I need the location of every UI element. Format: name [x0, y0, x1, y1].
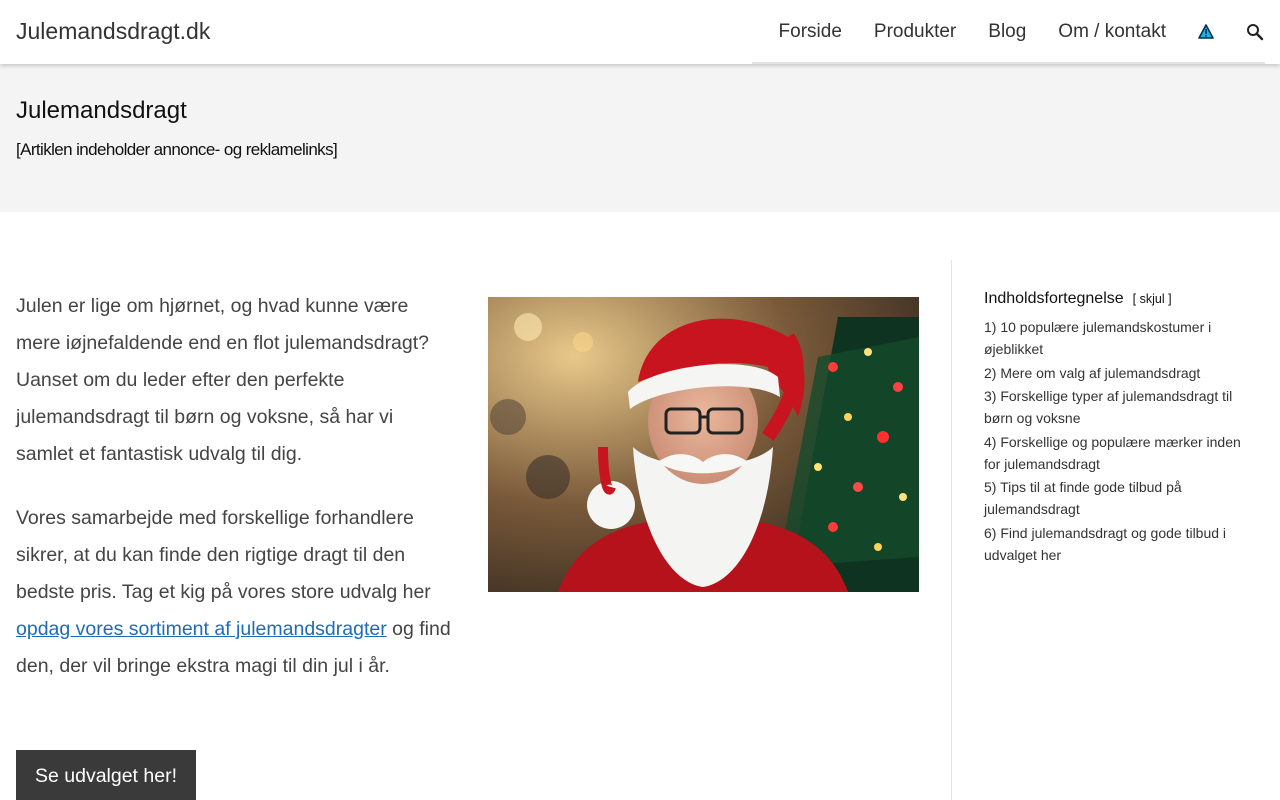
nav-om-kontakt[interactable]: Om / kontakt	[1058, 21, 1166, 43]
page-banner: Julemandsdragt [Artiklen indeholder anno…	[0, 64, 1280, 212]
toc-item[interactable]: 3) Forskellige typer af julemandsdragt t…	[984, 385, 1254, 429]
search-icon[interactable]	[1246, 23, 1264, 41]
toc-title: Indholdsfortegnelse	[984, 290, 1124, 307]
toc-hide-toggle[interactable]: [ skjul ]	[1133, 292, 1172, 306]
nav-underline	[752, 62, 1265, 64]
toc-item[interactable]: 1) 10 populære julemandskostumer i øjebl…	[984, 316, 1254, 360]
nav-forside[interactable]: Forside	[779, 21, 842, 43]
sidebar-divider	[951, 260, 952, 800]
warning-icon[interactable]	[1198, 24, 1214, 40]
site-header: Julemandsdragt.dk Forside Produkter Blog…	[0, 0, 1280, 64]
intro-paragraph: Julen er lige om hjørnet, og hvad kunne …	[16, 295, 430, 465]
second-paragraph: Vores samarbejde med forskellige forhand…	[16, 500, 456, 685]
nav-blog[interactable]: Blog	[988, 21, 1026, 43]
toc-list: 1) 10 populære julemandskostumer i øjebl…	[984, 316, 1254, 566]
toc-item[interactable]: 6) Find julemandsdragt og gode tilbud i …	[984, 522, 1254, 566]
table-of-contents: Indholdsfortegnelse [ skjul ] 1) 10 popu…	[984, 290, 1254, 567]
toc-header: Indholdsfortegnelse [ skjul ]	[984, 290, 1254, 308]
see-selection-button[interactable]: Se udvalget her!	[16, 750, 196, 800]
toc-item[interactable]: 5) Tips til at finde gode tilbud på jule…	[984, 476, 1254, 520]
santa-hero-image	[488, 297, 919, 592]
article-body: Julen er lige om hjørnet, og hvad kunne …	[16, 288, 456, 712]
toc-item[interactable]: 4) Forskellige og populære mærker inden …	[984, 431, 1254, 475]
sortiment-link[interactable]: opdag vores sortiment af julemandsdragte…	[16, 618, 387, 640]
toc-item[interactable]: 2) Mere om valg af julemandsdragt	[984, 362, 1254, 384]
ad-disclaimer: [Artiklen indeholder annonce- og reklame…	[16, 140, 338, 159]
site-logo[interactable]: Julemandsdragt.dk	[16, 18, 210, 45]
page-title: Julemandsdragt	[16, 97, 187, 124]
main-nav: Forside Produkter Blog Om / kontakt	[779, 0, 1264, 64]
paragraph-text: Vores samarbejde med forskellige forhand…	[16, 507, 431, 603]
nav-produkter[interactable]: Produkter	[874, 21, 956, 43]
